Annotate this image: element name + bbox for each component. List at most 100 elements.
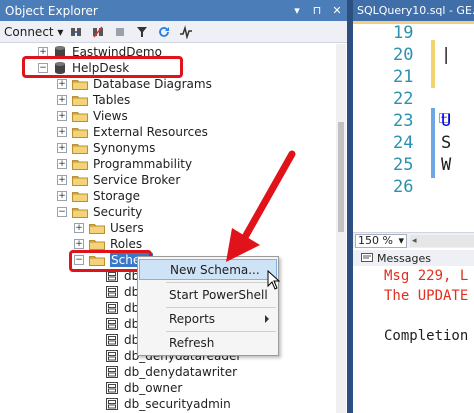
annotation-arrow-icon — [226, 150, 296, 262]
menu-item-start-powershell[interactable]: Start PowerShell — [139, 284, 277, 305]
submenu-arrow-icon — [265, 314, 269, 323]
disconnect-icon[interactable] — [89, 23, 107, 41]
tree-node-label: db_denydatawriter — [124, 365, 238, 379]
expand-icon[interactable]: + — [74, 239, 84, 249]
code-line: S — [441, 133, 452, 153]
expand-icon[interactable]: + — [57, 79, 67, 89]
object-explorer-toolbar: Connect ▾ — [0, 21, 347, 43]
folder-icon — [72, 142, 93, 154]
tree-node[interactable]: db_owner — [105, 380, 182, 396]
connect-server-icon[interactable] — [67, 23, 85, 41]
schema-icon — [105, 397, 124, 411]
mouse-cursor-icon — [267, 270, 281, 290]
tree-node[interactable]: + Storage — [57, 188, 140, 204]
code-line: | — [441, 45, 452, 65]
schema-icon — [105, 365, 124, 379]
schema-icon — [105, 285, 124, 299]
tree-node[interactable]: + Service Broker — [57, 172, 180, 188]
folder-icon — [72, 206, 93, 218]
editor-tab[interactable]: SQLQuery10.sql - GE...DV — [353, 0, 474, 21]
tree-node-label: Service Broker — [93, 173, 181, 187]
zoom-select[interactable]: 150 % ▾ — [355, 233, 407, 248]
expand-icon[interactable]: + — [57, 159, 67, 169]
tree-node-label: Security — [93, 205, 143, 219]
line-number: 22 — [393, 89, 414, 109]
folder-icon — [72, 158, 93, 170]
tree-node[interactable]: − Security — [57, 204, 142, 220]
close-icon[interactable]: ✕ — [327, 4, 347, 17]
tree-node-label: External Resources — [93, 125, 208, 139]
schema-icon — [105, 317, 124, 331]
activity-monitor-icon[interactable] — [177, 23, 195, 41]
tree-node[interactable]: db_securityadmin — [105, 396, 231, 412]
tree-node[interactable]: + Tables — [57, 92, 130, 108]
folder-icon — [72, 174, 93, 186]
tree-node-label: Synonyms — [93, 141, 156, 155]
schema-icon — [105, 301, 124, 315]
editor-horizontal-scrollbar[interactable]: ◂ — [410, 234, 474, 247]
tree-node-label: Tables — [93, 93, 131, 107]
pin-icon[interactable]: ⊓ — [307, 4, 327, 17]
expand-icon[interactable]: + — [57, 143, 67, 153]
expand-icon[interactable]: + — [74, 223, 84, 233]
folder-icon — [89, 222, 110, 234]
folder-icon — [72, 94, 93, 106]
line-number: 19 — [393, 23, 414, 43]
completion-message-line: Completion — [384, 328, 469, 344]
menu-item-label: Start PowerShell — [169, 287, 268, 302]
messages-tab[interactable]: Messages — [353, 250, 474, 266]
zoom-value: 150 % — [358, 234, 393, 247]
tree-node-label: db_securityadmin — [124, 397, 231, 411]
tree-node-label: db_owner — [124, 381, 183, 395]
line-number: 25 — [393, 155, 414, 175]
tree-node[interactable]: + Database Diagrams — [57, 76, 212, 92]
chevron-down-icon: ▾ — [398, 234, 404, 247]
stop-icon[interactable] — [111, 23, 129, 41]
connect-button[interactable]: Connect ▾ — [4, 25, 63, 39]
menu-separator — [166, 282, 276, 283]
collapse-icon[interactable]: − — [57, 207, 67, 217]
menu-item-label: Refresh — [169, 335, 215, 350]
filter-icon[interactable] — [133, 23, 151, 41]
line-number: 24 — [393, 133, 414, 153]
scroll-left-icon[interactable]: ◂ — [410, 236, 417, 246]
tree-node-label: Views — [93, 109, 128, 123]
tree-node[interactable]: + External Resources — [57, 124, 208, 140]
folder-icon — [72, 110, 93, 122]
helpdesk-highlight — [22, 56, 183, 78]
expand-icon[interactable]: + — [57, 95, 67, 105]
menu-item-refresh[interactable]: Refresh — [139, 332, 277, 353]
tree-node-label: Database Diagrams — [93, 77, 212, 91]
messages-tab-label: Messages — [377, 251, 431, 265]
object-explorer-scrollbar[interactable] — [336, 44, 346, 413]
tree-node-label: Roles — [110, 237, 143, 251]
schema-icon — [105, 333, 124, 347]
expand-icon[interactable]: + — [57, 111, 67, 121]
expand-icon[interactable]: + — [57, 127, 67, 137]
scrollbar-thumb[interactable] — [338, 122, 344, 232]
messages-icon — [361, 252, 373, 262]
tree-node[interactable]: + Users — [74, 220, 144, 236]
menu-item-label: Reports — [169, 311, 216, 326]
tree-node[interactable]: + Views — [57, 108, 128, 124]
expand-icon[interactable]: + — [57, 191, 67, 201]
menu-item-reports[interactable]: Reports — [139, 308, 277, 329]
tree-node[interactable]: + Programmability — [57, 156, 192, 172]
query-editor: SQLQuery10.sql - GE...DV − 1920|212223U2… — [353, 0, 474, 413]
folder-icon — [72, 190, 93, 202]
tree-node[interactable]: + Synonyms — [57, 140, 155, 156]
editor-status-row: 150 % ▾ ◂ — [353, 232, 474, 248]
tree-node-label: Users — [110, 221, 144, 235]
folder-icon — [72, 78, 93, 90]
code-line: W — [441, 155, 452, 175]
line-number: 26 — [393, 177, 414, 197]
tree-node[interactable]: db_denydatawriter — [105, 364, 237, 380]
context-menu: New Schema... Start PowerShell Reports Refr… — [137, 256, 279, 356]
folder-icon — [89, 238, 110, 250]
window-position-dropdown-icon[interactable]: ▾ — [287, 4, 307, 17]
error-message-line: The UPDATE — [384, 288, 469, 304]
refresh-icon[interactable] — [155, 23, 173, 41]
expand-icon[interactable]: + — [57, 175, 67, 185]
messages-pane[interactable]: Msg 229, L The UPDATE Completion — [353, 266, 474, 413]
line-number: 21 — [393, 67, 414, 87]
